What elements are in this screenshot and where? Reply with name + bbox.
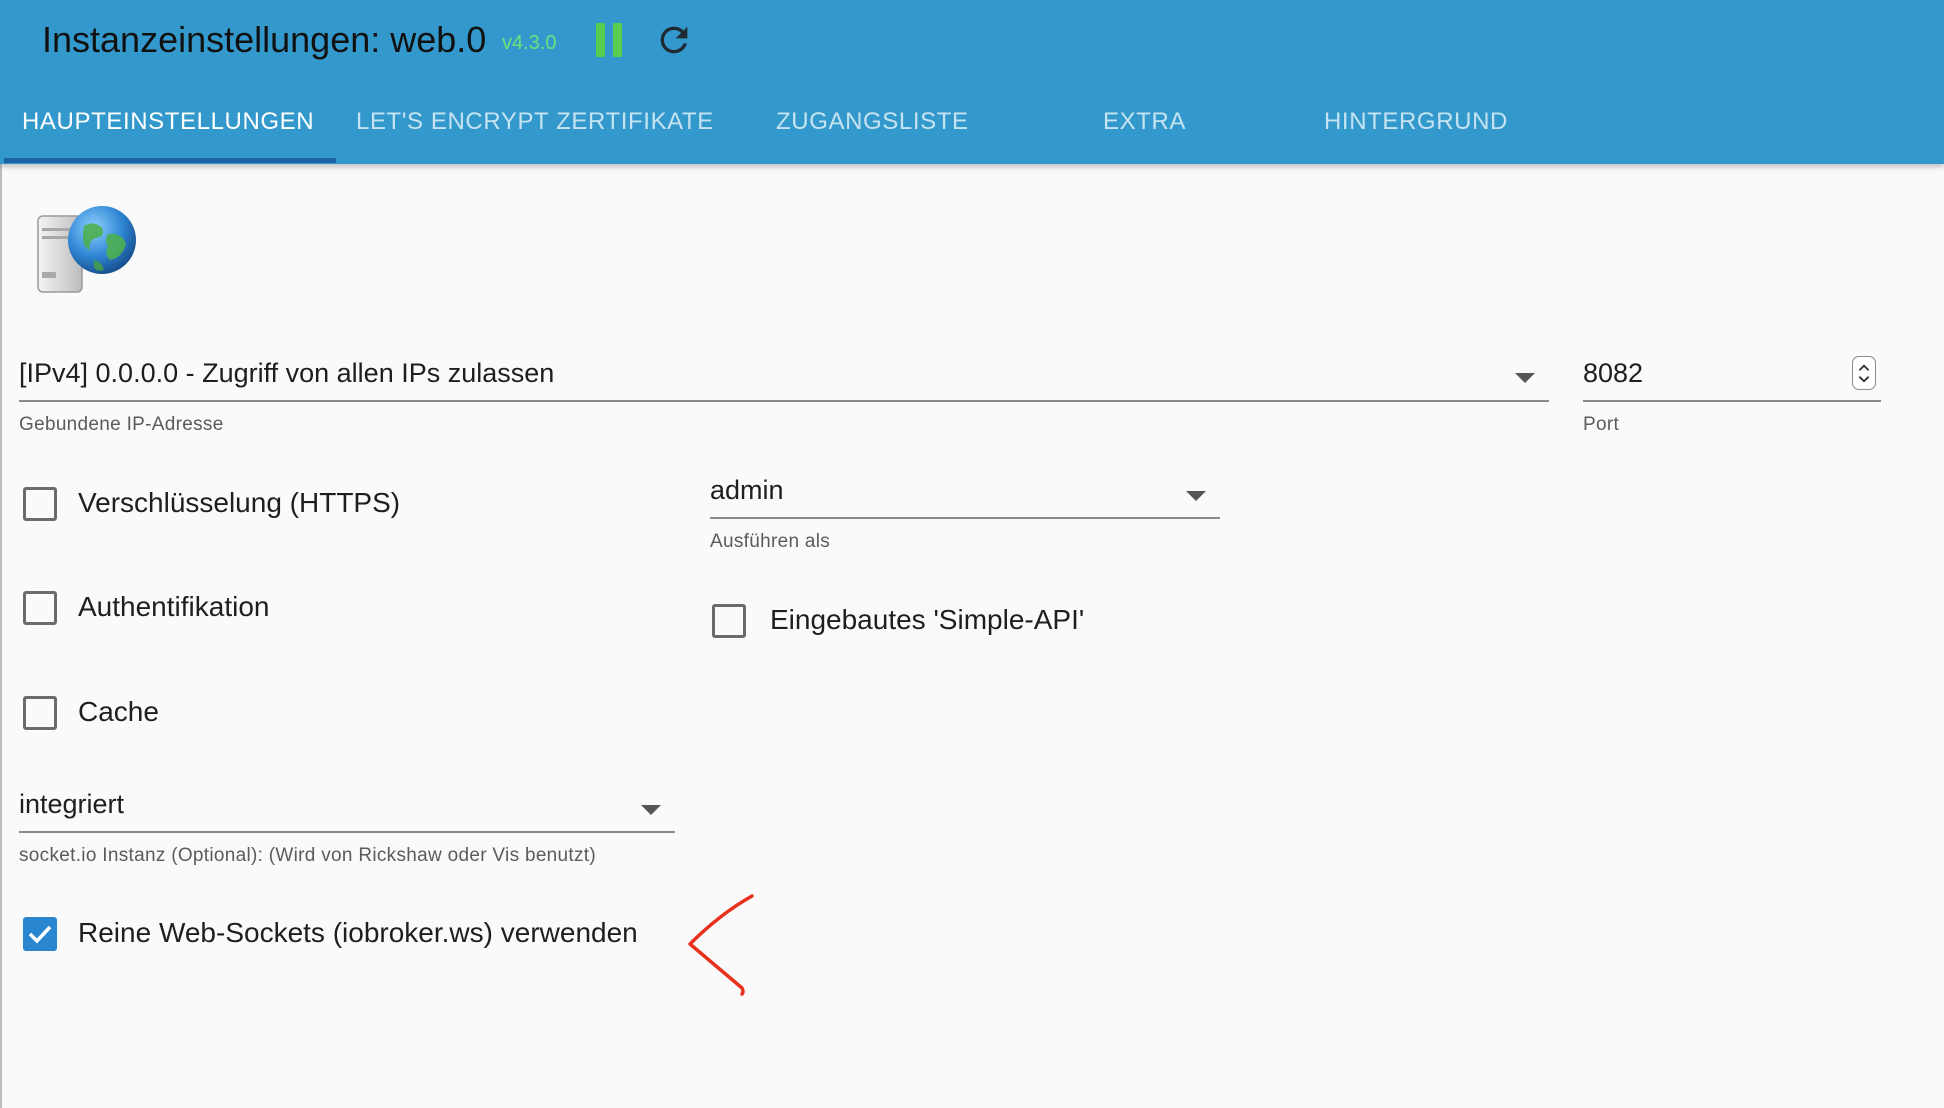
server-globe-icon <box>37 206 136 293</box>
socketio-helper: socket.io Instanz (Optional): (Wird von … <box>19 845 597 866</box>
field-underline <box>19 831 675 833</box>
socketio-select[interactable]: integriert <box>19 785 675 835</box>
https-checkbox[interactable] <box>23 487 57 521</box>
simple-api-label: Eingebautes 'Simple-API' <box>770 604 1085 635</box>
window-edge <box>0 0 2 1108</box>
pure-ws-checkbox[interactable] <box>23 917 57 951</box>
cache-checkbox[interactable] <box>23 696 57 730</box>
field-underline <box>19 400 1549 402</box>
tab-bar: HAUPTEINSTELLUNGEN LET'S ENCRYPT ZERTIFI… <box>0 82 1944 164</box>
bind-ip-value: [IPv4] 0.0.0.0 - Zugriff von allen IPs z… <box>19 358 555 388</box>
simple-api-checkbox[interactable] <box>712 604 746 638</box>
chevron-down-icon <box>641 805 661 815</box>
refresh-icon[interactable] <box>654 20 694 60</box>
checkmark-icon <box>28 925 52 944</box>
chevron-down-icon <box>1186 491 1206 501</box>
port-input[interactable]: 8082 <box>1583 354 1881 404</box>
tab-haupteinstellungen[interactable]: HAUPTEINSTELLUNGEN <box>22 82 314 164</box>
tab-extra[interactable]: EXTRA <box>1103 82 1186 164</box>
port-value: 8082 <box>1583 358 1644 388</box>
app-bar: Instanzeinstellungen: web.0 v4.3.0 HAUPT… <box>0 0 1944 164</box>
auth-label: Authentifikation <box>78 591 270 622</box>
tab-hintergrund[interactable]: HINTERGRUND <box>1324 82 1508 164</box>
auth-checkbox[interactable] <box>23 591 57 625</box>
pure-ws-label: Reine Web-Sockets (iobroker.ws) verwende… <box>78 917 638 948</box>
pause-icon[interactable] <box>594 23 624 57</box>
bind-ip-helper: Gebundene IP-Adresse <box>19 414 224 435</box>
field-underline <box>710 517 1220 519</box>
tab-lets-encrypt[interactable]: LET'S ENCRYPT ZERTIFIKATE <box>356 82 714 164</box>
bind-ip-select[interactable]: [IPv4] 0.0.0.0 - Zugriff von allen IPs z… <box>19 354 1549 404</box>
annotation-arrow-mark <box>688 894 754 996</box>
chevron-down-icon <box>1515 373 1535 383</box>
port-stepper-icon[interactable] <box>1852 356 1876 390</box>
run-as-value: admin <box>710 475 784 505</box>
field-underline <box>1583 400 1881 402</box>
port-helper: Port <box>1583 414 1620 435</box>
run-as-helper: Ausführen als <box>710 531 831 552</box>
tab-zugangsliste[interactable]: ZUGANGSLISTE <box>776 82 969 164</box>
run-as-select[interactable]: admin <box>710 471 1220 521</box>
socketio-value: integriert <box>19 789 125 819</box>
https-label: Verschlüsselung (HTTPS) <box>78 487 401 518</box>
active-tab-indicator <box>4 158 336 163</box>
cache-label: Cache <box>78 696 159 727</box>
page-title: Instanzeinstellungen: web.0 <box>42 19 487 60</box>
version-badge: v4.3.0 <box>502 32 557 54</box>
